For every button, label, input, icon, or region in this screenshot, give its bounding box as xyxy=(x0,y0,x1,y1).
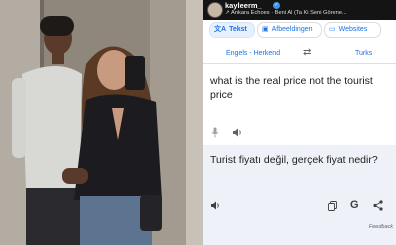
feedback-link[interactable]: Feedback xyxy=(369,224,393,230)
tab-websites-label: Websites xyxy=(338,26,368,33)
translated-text: Turist fiyatı değil, gerçek fiyat nedir? xyxy=(210,154,378,166)
website-icon: ▭ xyxy=(329,26,336,33)
translate-story-panel: kayleerm_ ✓ ↗ Ankara Echoes · Beni Al (T… xyxy=(203,0,396,245)
instagram-story-header: kayleerm_ ✓ ↗ Ankara Echoes · Beni Al (T… xyxy=(203,0,396,20)
avatar[interactable] xyxy=(207,2,223,18)
photo-illustration xyxy=(0,0,203,245)
tab-images-label: Afbeeldingen xyxy=(271,26,313,33)
google-search-icon[interactable]: G xyxy=(350,199,359,211)
divider xyxy=(203,63,396,64)
language-bar: Engels - Herkend ⇄ Turks xyxy=(203,46,396,62)
text-translate-icon: 文A xyxy=(214,26,227,33)
image-icon: ▣ xyxy=(262,26,269,33)
tab-websites[interactable]: ▭ Websites xyxy=(324,22,381,38)
target-language-button[interactable]: Turks xyxy=(355,50,372,57)
swap-languages-icon[interactable]: ⇄ xyxy=(303,47,311,58)
share-translation-icon[interactable] xyxy=(372,200,384,211)
speaker-icon[interactable] xyxy=(232,127,243,138)
source-text-input[interactable]: what is the real price not the tourist p… xyxy=(210,74,390,102)
tab-text[interactable]: 文A Tekst xyxy=(209,22,255,38)
result-speaker-icon[interactable] xyxy=(210,200,221,211)
microphone-icon[interactable] xyxy=(211,127,219,138)
music-arrow-icon: ↗ xyxy=(225,10,230,16)
tab-images[interactable]: ▣ Afbeeldingen xyxy=(257,22,322,38)
story-username[interactable]: kayleerm_ xyxy=(225,1,262,10)
translation-result-card: Turist fiyatı değil, gerçek fiyat nedir?… xyxy=(203,145,396,245)
tab-text-label: Tekst xyxy=(229,26,247,33)
story-music-label[interactable]: ↗ Ankara Echoes · Beni Al (Ta Ki Seni Gö… xyxy=(225,10,393,16)
translate-mode-tabs: 文A Tekst ▣ Afbeeldingen ▭ Websites xyxy=(203,21,396,39)
mirror-selfie-photo xyxy=(0,0,203,245)
copy-icon[interactable] xyxy=(328,201,337,211)
music-track-text: Ankara Echoes · Beni Al (Ta Ki Seni Göre… xyxy=(231,10,347,16)
verified-badge-icon: ✓ xyxy=(273,1,280,9)
source-language-button[interactable]: Engels - Herkend xyxy=(226,50,280,57)
